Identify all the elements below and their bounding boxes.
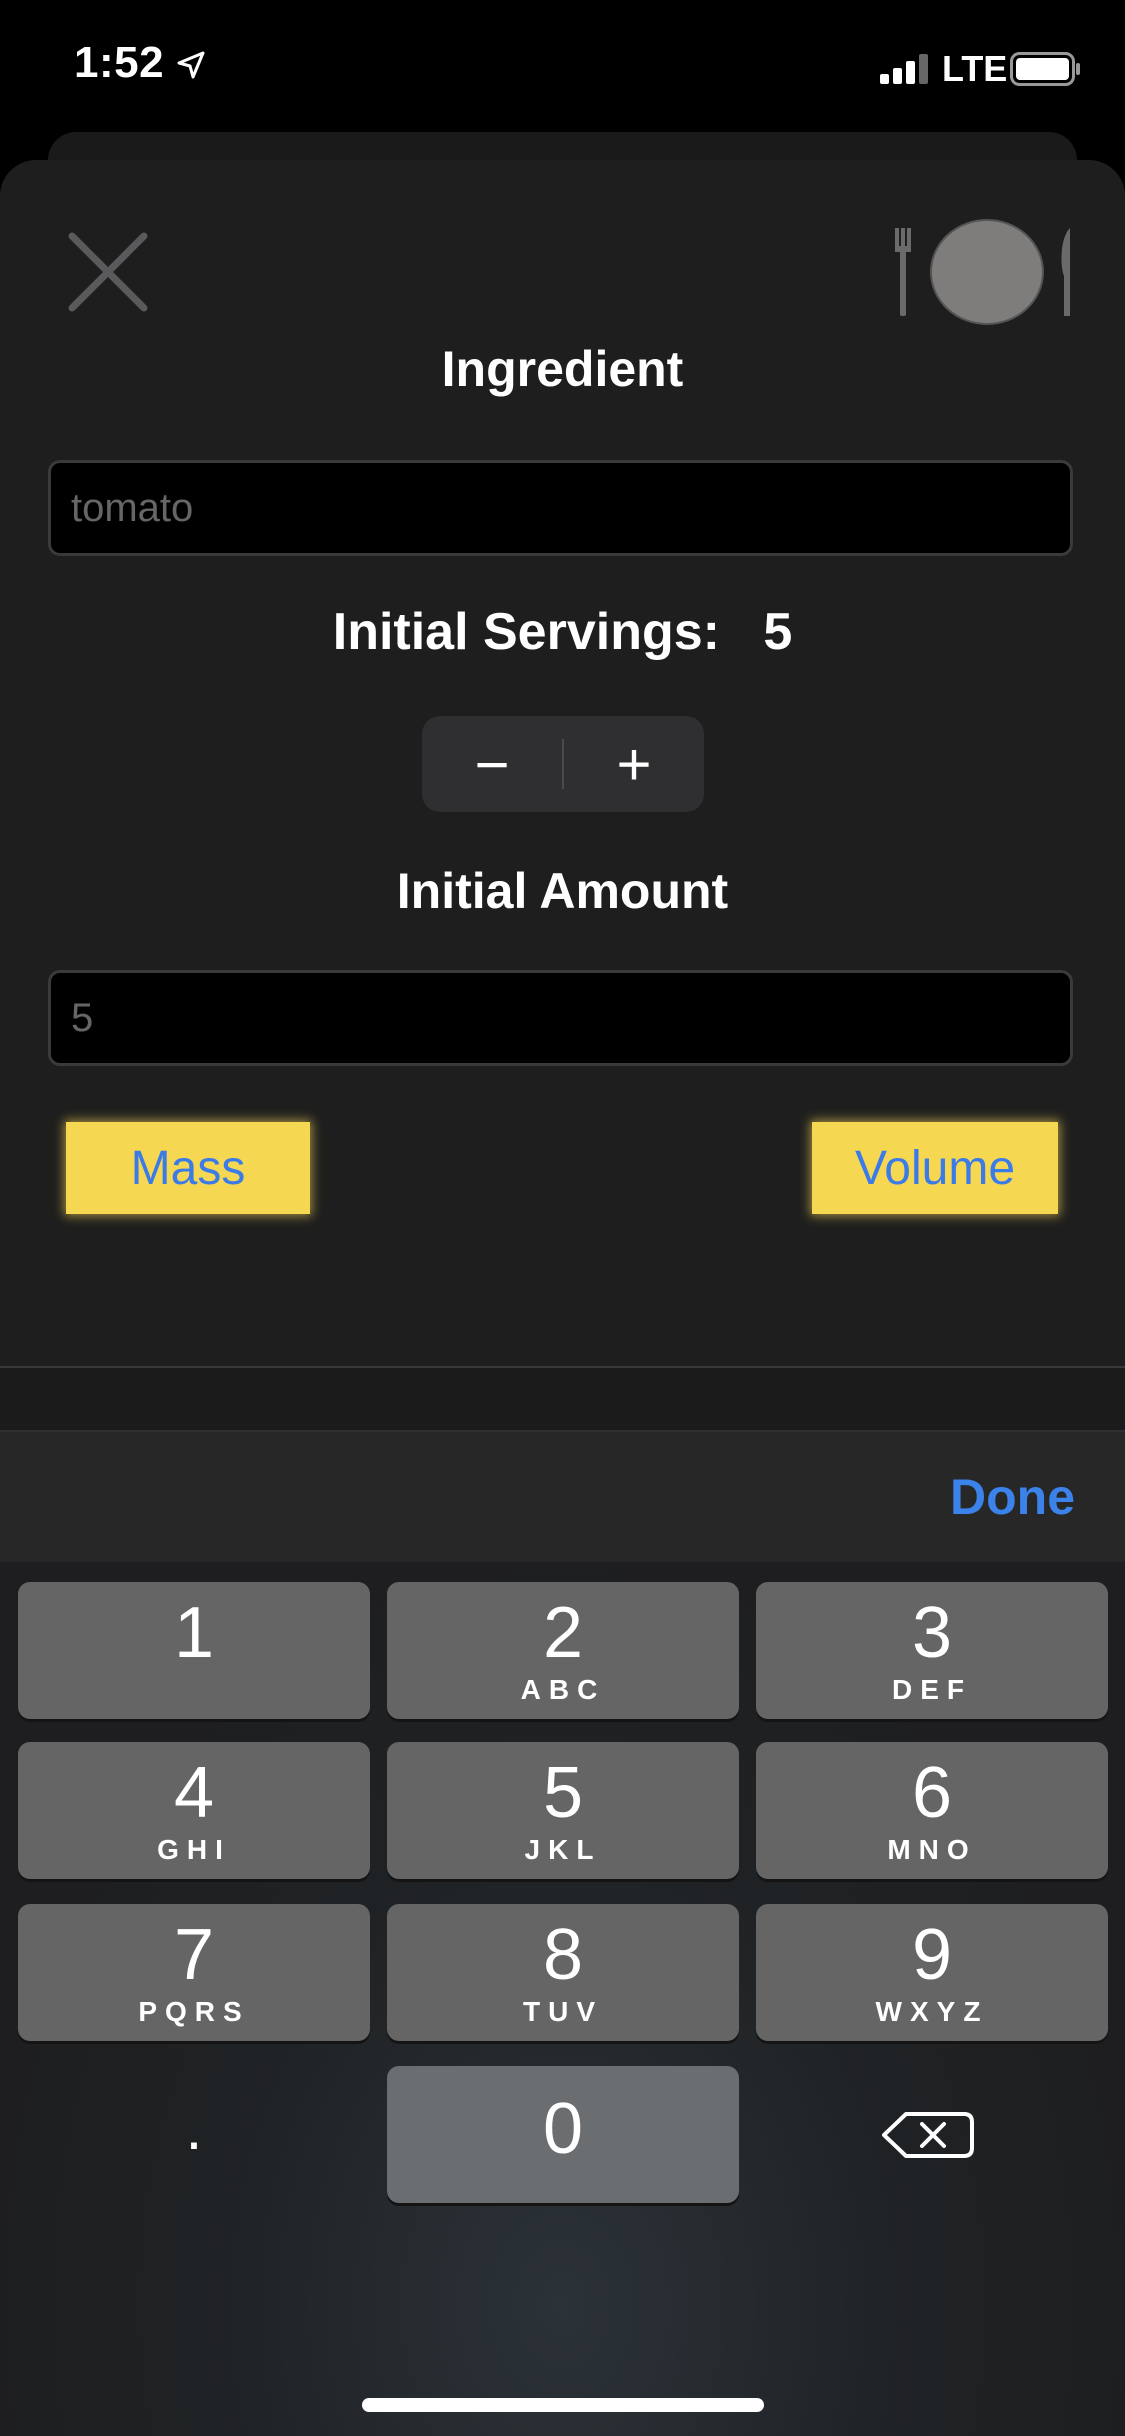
- key-9[interactable]: 9 WXYZ: [756, 1904, 1108, 2041]
- key-digit: 3: [911, 1593, 953, 1673]
- decrement-button[interactable]: −: [422, 716, 562, 812]
- key-5[interactable]: 5 JKL: [387, 1742, 739, 1879]
- key-2[interactable]: 2 ABC: [387, 1582, 739, 1719]
- location-arrow-icon: [177, 51, 205, 79]
- key-letters: JKL: [524, 1834, 602, 1865]
- home-indicator[interactable]: [362, 2398, 764, 2412]
- cutlery-icon: [895, 219, 1070, 325]
- battery-icon: [1010, 52, 1080, 86]
- done-button[interactable]: Done: [950, 1468, 1075, 1526]
- servings-value: 5: [763, 603, 793, 661]
- key-digit: 2: [542, 1593, 584, 1673]
- key-letters: MNO: [887, 1834, 977, 1865]
- key-7[interactable]: 7 PQRS: [18, 1904, 370, 2041]
- key-digit: 1: [173, 1593, 215, 1673]
- key-letters: DEF: [892, 1674, 972, 1705]
- key-letters: GHI: [157, 1834, 231, 1865]
- backspace-key[interactable]: [752, 2066, 1104, 2203]
- keyboard-accessory-bar: Done: [0, 1430, 1125, 1562]
- decimal-key[interactable]: .: [18, 2066, 370, 2203]
- decimal-symbol: .: [185, 2095, 203, 2162]
- key-4[interactable]: 4 GHI: [18, 1742, 370, 1879]
- amount-field[interactable]: [48, 970, 1073, 1066]
- servings-stepper: − +: [422, 716, 704, 812]
- key-digit: 8: [542, 1915, 584, 1995]
- backspace-icon: [882, 2112, 974, 2158]
- screen: 1:52 LTE Ingredient tomato Initial Servi…: [0, 0, 1125, 2436]
- key-1[interactable]: 1: [18, 1582, 370, 1719]
- key-letters: TUV: [523, 1996, 603, 2027]
- key-letters: PQRS: [138, 1996, 250, 2027]
- carrier-label: LTE: [942, 48, 1008, 89]
- increment-button[interactable]: +: [564, 716, 704, 812]
- key-digit: 7: [173, 1915, 215, 1995]
- key-6[interactable]: 6 MNO: [756, 1742, 1108, 1879]
- key-digit: 0: [542, 2089, 584, 2169]
- ingredient-sheet: Ingredient Initial Servings: 5 − + Initi…: [0, 160, 1125, 1368]
- key-digit: 5: [542, 1753, 584, 1833]
- key-8[interactable]: 8 TUV: [387, 1904, 739, 2041]
- ingredient-title: Ingredient: [441, 341, 684, 397]
- key-letters: WXYZ: [875, 1996, 989, 2027]
- amount-input[interactable]: [51, 973, 1070, 1063]
- key-digit: 9: [911, 1915, 953, 1995]
- signal-icon: [880, 54, 928, 84]
- key-3[interactable]: 3 DEF: [756, 1582, 1108, 1719]
- amount-title: Initial Amount: [396, 863, 729, 919]
- status-time: 1:52: [74, 38, 165, 87]
- servings-row: Initial Servings: 5: [0, 602, 1125, 662]
- ingredient-field[interactable]: [48, 460, 1073, 556]
- close-icon[interactable]: [68, 232, 148, 312]
- key-digit: 4: [173, 1753, 215, 1833]
- sheet-footer: [0, 1368, 1125, 1430]
- status-bar: 1:52 LTE: [0, 0, 1125, 135]
- key-0[interactable]: 0: [387, 2066, 739, 2203]
- key-digit: 6: [911, 1753, 953, 1833]
- ingredient-input[interactable]: [51, 463, 1070, 553]
- key-letters: ABC: [520, 1674, 606, 1705]
- volume-button[interactable]: Volume: [812, 1122, 1058, 1214]
- mass-button[interactable]: Mass: [66, 1122, 310, 1214]
- servings-label: Initial Servings:: [332, 603, 720, 661]
